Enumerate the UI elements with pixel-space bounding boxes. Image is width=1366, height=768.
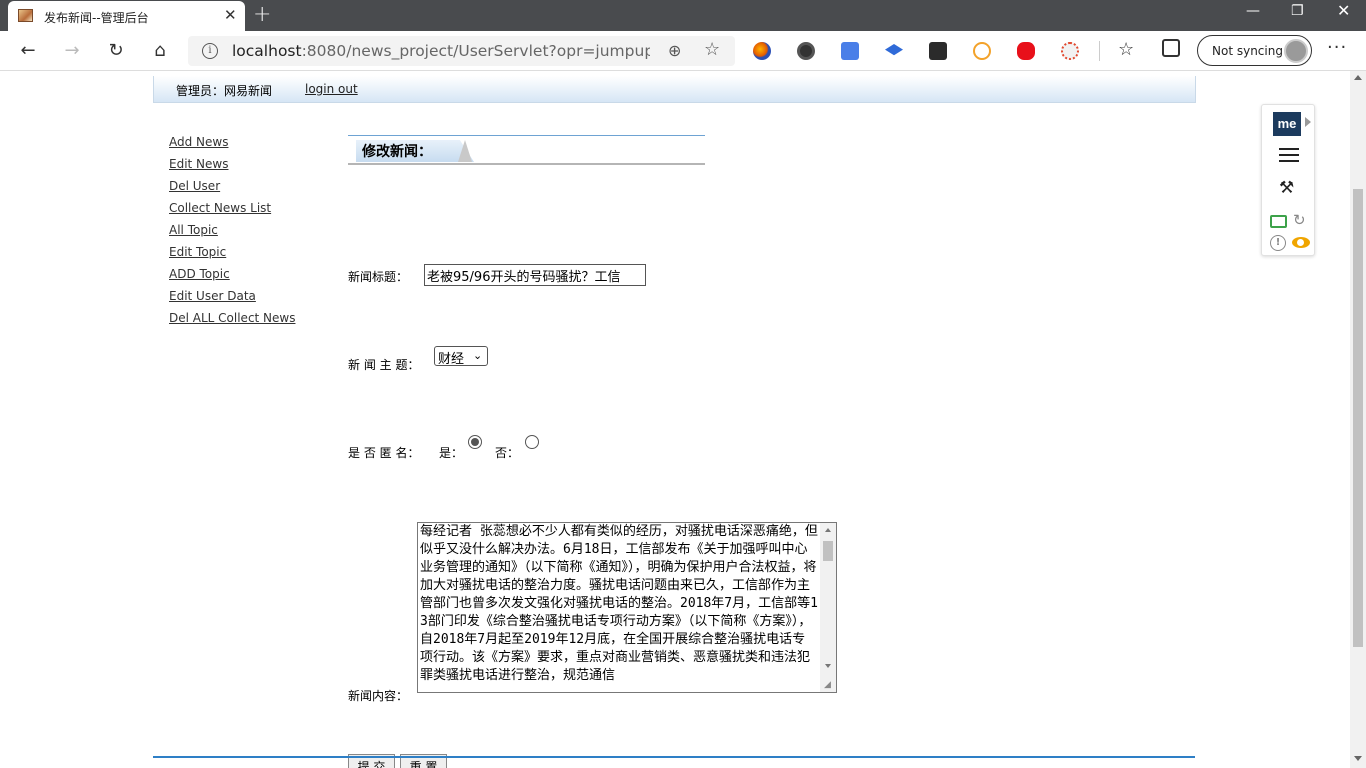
extension-side-panel: me ⚒ ↻ ! <box>1261 104 1315 256</box>
more-menu-icon[interactable]: ··· <box>1327 37 1347 58</box>
sidebar-item-edit-user-data[interactable]: Edit User Data <box>169 289 295 311</box>
window-close-icon[interactable]: ✕ <box>1337 3 1350 19</box>
sidebar-item-del-all-collect-news[interactable]: Del ALL Collect News <box>169 311 295 333</box>
magic-wand-icon[interactable]: ⚒ <box>1279 178 1294 198</box>
page-scroll-thumb[interactable] <box>1353 189 1363 647</box>
menu-icon[interactable] <box>1279 148 1299 166</box>
browser-toolbar: ← → ↻ ⌂ i localhost:8080/news_project/Us… <box>0 31 1366 71</box>
textarea-scroll-thumb[interactable] <box>823 541 833 561</box>
sidebar-item-collect-news-list[interactable]: Collect News List <box>169 201 295 223</box>
sidebar-item-del-user[interactable]: Del User <box>169 179 295 201</box>
sidebar-item-add-topic[interactable]: ADD Topic <box>169 267 295 289</box>
news-topic-select[interactable]: 财经 ⌄ <box>434 346 488 367</box>
textarea-scrollbar[interactable] <box>820 523 836 692</box>
compass-extension-icon[interactable] <box>973 42 991 60</box>
anonymous-yes-label: 是： <box>439 446 464 460</box>
new-tab-icon[interactable]: + <box>253 3 271 27</box>
network-extension-icon[interactable] <box>1061 42 1079 60</box>
news-content-textarea[interactable]: 每经记者 张蕊想必不少人都有类似的经历，对骚扰电话深恶痛绝，但似乎又没什么解决办… <box>417 522 837 693</box>
info-icon[interactable]: i <box>202 43 218 59</box>
resize-grip-icon[interactable]: ◢ <box>824 680 831 690</box>
sidebar-nav: Add News Edit News Del User Collect News… <box>169 135 295 333</box>
sidebar-item-add-news[interactable]: Add News <box>169 135 295 157</box>
minimize-icon[interactable]: — <box>1246 3 1260 19</box>
url-text[interactable]: localhost:8080/news_project/UserServlet?… <box>232 42 650 60</box>
x-extension-icon[interactable] <box>929 42 947 60</box>
scroll-up-arrow-icon[interactable] <box>825 528 831 532</box>
footer-divider <box>153 756 1195 758</box>
sync-label: Not syncing <box>1212 44 1283 58</box>
browser-tab[interactable]: 发布新闻--管理后台 ✕ <box>8 1 245 31</box>
anonymous-yes-radio[interactable] <box>468 435 482 449</box>
tab-title: 发布新闻--管理后台 <box>44 11 149 25</box>
tab-close-icon[interactable]: ✕ <box>224 7 237 23</box>
address-bar[interactable]: i localhost:8080/news_project/UserServle… <box>188 36 735 66</box>
scroll-down-arrow-icon[interactable] <box>1354 756 1362 761</box>
sidebar-item-all-topic[interactable]: All Topic <box>169 223 295 245</box>
maximize-icon[interactable]: ❐ <box>1291 3 1304 19</box>
logout-link[interactable]: login out <box>305 82 358 96</box>
graduation-cap-extension-icon[interactable] <box>885 44 903 56</box>
topic-select-value: 财经 <box>438 352 465 367</box>
collections-icon[interactable] <box>1162 39 1180 57</box>
chevron-down-icon: ⌄ <box>473 349 483 362</box>
admin-label: 管理员：网易新闻 <box>176 84 273 98</box>
anonymous-label: 是 否 匿 名： <box>348 446 420 460</box>
news-content-label: 新闻内容： <box>348 689 409 703</box>
reload-icon[interactable]: ↻ <box>104 39 128 63</box>
cast-icon[interactable] <box>1270 215 1287 228</box>
sync-button[interactable]: Not syncing <box>1197 35 1312 66</box>
alert-icon[interactable]: ! <box>1270 235 1286 251</box>
page-scrollbar[interactable] <box>1350 71 1366 768</box>
radio-selected-dot <box>471 438 479 446</box>
news-title-label: 新闻标题： <box>348 270 409 284</box>
translate-extension-icon[interactable] <box>841 42 859 60</box>
refresh-icon[interactable]: ↻ <box>1293 211 1306 229</box>
eye-pupil <box>1297 239 1304 246</box>
firefox-extension-icon[interactable] <box>753 42 771 60</box>
page-viewport: 管理员：网易新闻 login out Add News Edit News De… <box>0 71 1350 768</box>
scroll-up-arrow-icon[interactable] <box>1354 75 1362 80</box>
toolbar-divider <box>1099 41 1100 61</box>
sidebar-item-edit-news[interactable]: Edit News <box>169 157 295 179</box>
tab-strip: 发布新闻--管理后台 ✕ + — ❐ ✕ <box>0 0 1366 31</box>
home-icon[interactable]: ⌂ <box>148 39 172 63</box>
dark-circle-extension-icon[interactable] <box>797 42 815 60</box>
favicon-icon <box>18 9 33 22</box>
anonymous-no-radio[interactable] <box>525 435 539 449</box>
url-path: :8080/news_project/UserServlet?opr=jumpu… <box>301 42 650 60</box>
zoom-icon[interactable]: ⊕ <box>668 41 681 60</box>
url-host: localhost <box>232 42 302 60</box>
anonymous-no-label: 否： <box>495 446 520 460</box>
sidebar-item-edit-topic[interactable]: Edit Topic <box>169 245 295 267</box>
news-topic-label: 新 闻 主 题： <box>348 358 420 372</box>
scroll-down-arrow-icon[interactable] <box>825 664 831 668</box>
favorite-star-icon[interactable]: ☆ <box>704 39 720 60</box>
news-content-text: 每经记者 张蕊想必不少人都有类似的经历，对骚扰电话深恶痛绝，但似乎又没什么解决办… <box>420 524 818 683</box>
section-header: 修改新闻： <box>348 135 705 165</box>
back-arrow-icon[interactable]: ← <box>16 39 40 63</box>
shield-extension-icon[interactable] <box>1017 42 1035 60</box>
news-title-input[interactable]: 老被95/96开头的号码骚扰？工信 <box>424 264 646 286</box>
forward-arrow-icon[interactable]: → <box>60 39 84 63</box>
eye-icon[interactable] <box>1292 237 1310 248</box>
favorites-icon[interactable]: ☆ <box>1118 39 1134 60</box>
expand-arrow-icon[interactable] <box>1305 117 1311 127</box>
me-logo[interactable]: me <box>1273 112 1301 136</box>
admin-header: 管理员：网易新闻 login out <box>153 76 1196 103</box>
avatar <box>1284 39 1308 63</box>
section-title: 修改新闻： <box>362 144 432 160</box>
